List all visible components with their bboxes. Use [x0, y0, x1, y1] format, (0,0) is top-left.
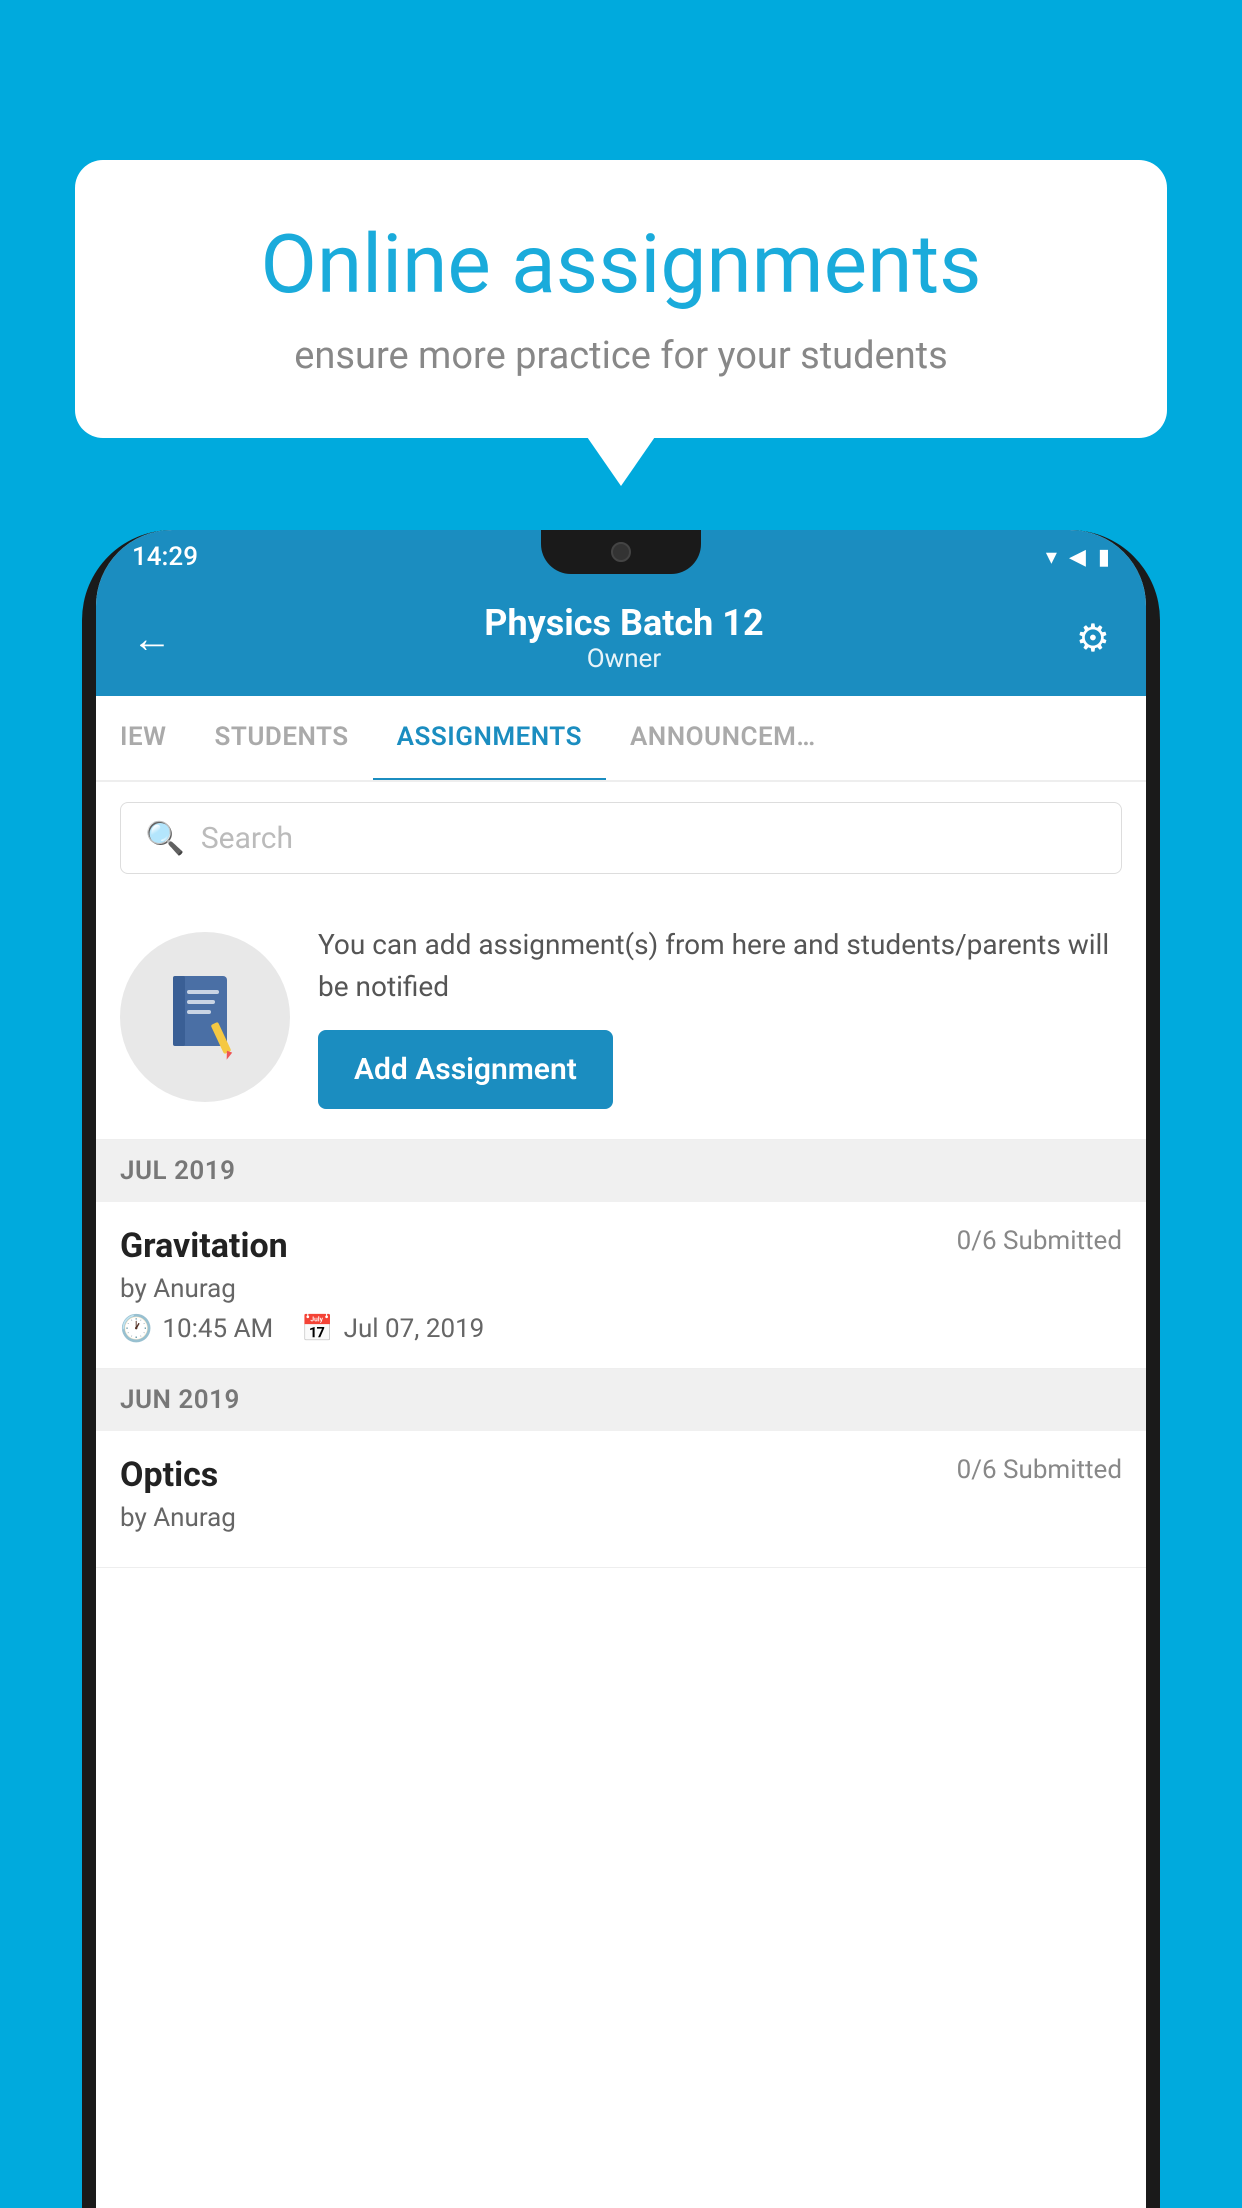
header-subtitle: Owner — [172, 644, 1076, 674]
speech-bubble-title: Online assignments — [145, 220, 1097, 310]
assignment-row-top-optics: Optics 0/6 Submitted — [120, 1455, 1122, 1495]
search-placeholder: Search — [201, 821, 293, 856]
tabs-bar: IEW STUDENTS ASSIGNMENTS ANNOUNCEM… — [96, 696, 1146, 782]
calendar-icon: 📅 — [301, 1314, 333, 1344]
assignment-author-gravitation: by Anurag — [120, 1274, 1122, 1304]
search-input-wrap[interactable]: 🔍 Search — [120, 802, 1122, 874]
assignment-item-optics[interactable]: Optics 0/6 Submitted by Anurag — [96, 1431, 1146, 1568]
status-icons: ▾ ◀ ▮ — [1046, 545, 1110, 570]
tab-assignments[interactable]: ASSIGNMENTS — [373, 696, 606, 782]
tab-students[interactable]: STUDENTS — [190, 696, 372, 780]
assignment-author-optics: by Anurag — [120, 1503, 1122, 1533]
settings-button[interactable]: ⚙ — [1076, 616, 1110, 661]
back-button[interactable]: ← — [132, 615, 172, 662]
phone-frame: 14:29 ▾ ◀ ▮ ← Physics Batch 12 Owner ⚙ I… — [82, 530, 1160, 2208]
speech-bubble: Online assignments ensure more practice … — [75, 160, 1167, 438]
section-header-jul: JUL 2019 — [96, 1140, 1146, 1202]
cta-icon-circle — [120, 932, 290, 1102]
assignment-time-value: 10:45 AM — [162, 1314, 273, 1344]
wifi-icon: ▾ — [1046, 545, 1057, 570]
assignment-date-value: Jul 07, 2019 — [344, 1314, 485, 1344]
notch-camera — [611, 542, 631, 562]
notebook-icon — [165, 972, 245, 1062]
assignment-time-gravitation: 🕐 10:45 AM — [120, 1314, 273, 1344]
status-time: 14:29 — [132, 542, 198, 572]
battery-icon: ▮ — [1098, 545, 1110, 570]
search-icon: 🔍 — [145, 819, 185, 857]
cta-section: You can add assignment(s) from here and … — [96, 894, 1146, 1140]
cta-description: You can add assignment(s) from here and … — [318, 924, 1122, 1008]
assignment-name-gravitation: Gravitation — [120, 1226, 288, 1266]
signal-icon: ◀ — [1069, 545, 1086, 570]
assignment-item-gravitation[interactable]: Gravitation 0/6 Submitted by Anurag 🕐 10… — [96, 1202, 1146, 1369]
cta-text-area: You can add assignment(s) from here and … — [318, 924, 1122, 1109]
notch — [541, 530, 701, 574]
speech-bubble-subtitle: ensure more practice for your students — [145, 334, 1097, 378]
assignment-row-top: Gravitation 0/6 Submitted — [120, 1226, 1122, 1266]
app-header: ← Physics Batch 12 Owner ⚙ — [96, 584, 1146, 696]
assignment-submitted-gravitation: 0/6 Submitted — [957, 1226, 1122, 1256]
header-title: Physics Batch 12 — [172, 602, 1076, 644]
tab-announcements[interactable]: ANNOUNCEM… — [606, 696, 840, 780]
add-assignment-button[interactable]: Add Assignment — [318, 1030, 613, 1109]
assignment-name-optics: Optics — [120, 1455, 218, 1495]
speech-bubble-container: Online assignments ensure more practice … — [75, 160, 1167, 438]
search-bar: 🔍 Search — [96, 782, 1146, 894]
header-center: Physics Batch 12 Owner — [172, 602, 1076, 674]
assignment-meta-gravitation: 🕐 10:45 AM 📅 Jul 07, 2019 — [120, 1314, 1122, 1344]
section-header-jun: JUN 2019 — [96, 1369, 1146, 1431]
phone-inner: 14:29 ▾ ◀ ▮ ← Physics Batch 12 Owner ⚙ I… — [96, 530, 1146, 2208]
assignment-submitted-optics: 0/6 Submitted — [957, 1455, 1122, 1485]
assignment-date-gravitation: 📅 Jul 07, 2019 — [301, 1314, 484, 1344]
tab-iew[interactable]: IEW — [96, 696, 190, 780]
clock-icon: 🕐 — [120, 1314, 152, 1344]
